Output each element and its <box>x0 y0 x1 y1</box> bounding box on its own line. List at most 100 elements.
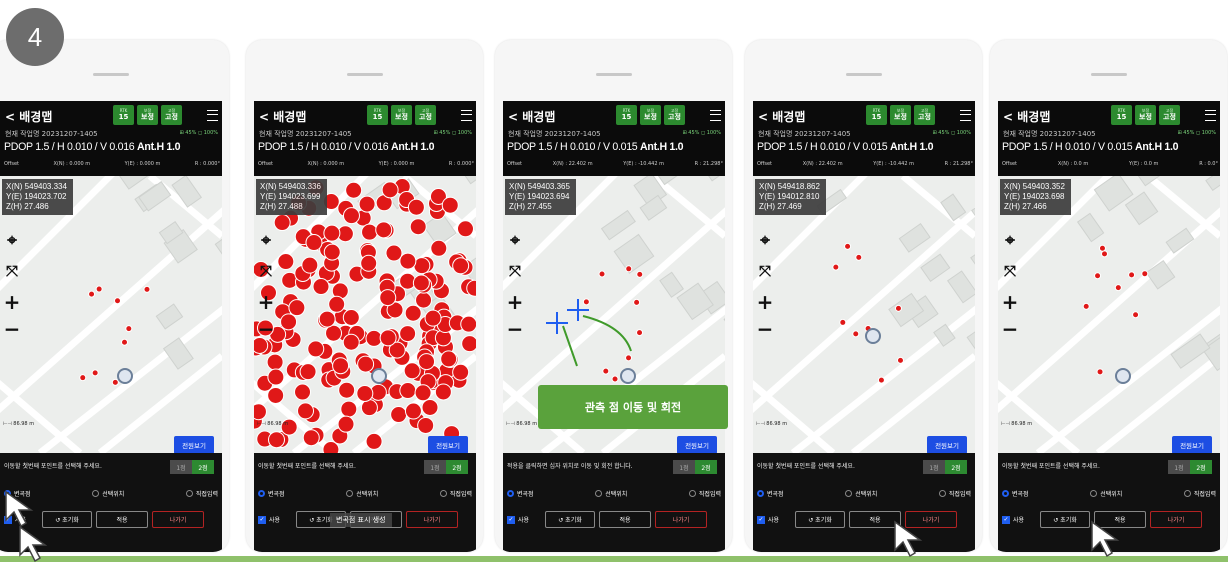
survey-point <box>365 432 383 450</box>
bottom-divider <box>0 556 1228 562</box>
expand-icon[interactable]: ⤧ <box>258 262 274 280</box>
survey-point <box>379 329 397 347</box>
one-point-option[interactable]: 1점 <box>1168 460 1190 474</box>
radio-inflection-point[interactable]: 변곡점 <box>507 489 534 498</box>
survey-point <box>125 325 133 333</box>
map-view[interactable]: X(N) 549403.336 Y(E) 194023.699 Z(H) 27.48… <box>254 176 476 453</box>
back-button[interactable]: < 배경맵 <box>259 108 306 125</box>
survey-points <box>79 285 151 386</box>
zoom-in-icon[interactable]: + <box>757 290 774 314</box>
apply-button[interactable]: 적용 <box>599 511 651 528</box>
expand-icon[interactable]: ⤧ <box>507 262 523 280</box>
radio-selected-position[interactable]: 선택위치 <box>346 489 378 498</box>
locate-icon[interactable]: ⌖ <box>1002 231 1018 251</box>
one-point-option[interactable]: 1점 <box>673 460 695 474</box>
survey-point <box>1132 311 1140 319</box>
full-view-button[interactable]: 전원보기 <box>1172 436 1212 453</box>
use-checkbox[interactable]: ✓사용 <box>1002 515 1036 524</box>
use-checkbox[interactable]: ✓사용 <box>258 515 292 524</box>
zoom-in-icon[interactable]: + <box>258 290 275 314</box>
input-mode-radios: 변곡점 선택위치 직접입력 <box>258 489 472 498</box>
radio-inflection-point[interactable]: 변곡점 <box>258 489 285 498</box>
map-canvas <box>998 176 1220 453</box>
expand-icon[interactable]: ⤧ <box>757 262 773 280</box>
zoom-in-icon[interactable]: + <box>1002 290 1019 314</box>
exit-button[interactable]: 나가기 <box>152 511 204 528</box>
one-point-option[interactable]: 1점 <box>170 460 192 474</box>
zoom-out-icon[interactable]: − <box>757 317 774 341</box>
back-button[interactable]: < 배경맵 <box>1003 108 1050 125</box>
radio-direct-input[interactable]: 직접입력 <box>688 489 721 498</box>
full-view-button[interactable]: 전원보기 <box>677 436 717 453</box>
radio-selected-position[interactable]: 선택위치 <box>1090 489 1122 498</box>
map-view[interactable]: X(N) 549403.334 Y(E) 194023.702 Z(H) 27.48… <box>0 176 222 453</box>
radio-direct-input[interactable]: 직접입력 <box>938 489 971 498</box>
radio-direct-input[interactable]: 직접입력 <box>1183 489 1216 498</box>
exit-button[interactable]: 나가기 <box>1150 511 1202 528</box>
radio-inflection-point[interactable]: 변곡점 <box>757 489 784 498</box>
status-chips: RTK 15 보정 보정 고정 고정 <box>616 105 685 125</box>
zoom-in-icon[interactable]: + <box>4 290 21 314</box>
radio-selected-position[interactable]: 선택위치 <box>845 489 877 498</box>
exit-button[interactable]: 나가기 <box>406 511 458 528</box>
two-point-option[interactable]: 2점 <box>446 460 468 474</box>
point-mode-toggle[interactable]: 1점 2점 <box>170 460 214 474</box>
status-chip: 보정 보정 <box>640 105 661 125</box>
back-button[interactable]: < 배경맵 <box>508 108 555 125</box>
reset-button[interactable]: ↺ 초기화 <box>795 511 845 528</box>
map-canvas <box>753 176 975 453</box>
zoom-out-icon[interactable]: − <box>507 317 524 341</box>
phone-frame-2: < 배경맵 RTK 15 보정 보정 고정 고정 현재 작업명 20231207-14… <box>246 40 483 552</box>
hamburger-menu-icon[interactable] <box>710 110 721 121</box>
full-view-button[interactable]: 전원보기 <box>428 436 468 453</box>
survey-point <box>143 285 151 293</box>
exit-button[interactable]: 나가기 <box>655 511 707 528</box>
radio-selected-position[interactable]: 선택위치 <box>595 489 627 498</box>
full-view-button[interactable]: 전원보기 <box>174 436 214 453</box>
radio-selected-position[interactable]: 선택위치 <box>92 489 124 498</box>
back-button[interactable]: < 배경맵 <box>5 108 52 125</box>
status-chips: RTK 15 보정 보정 고정 고정 <box>367 105 436 125</box>
zoom-in-icon[interactable]: + <box>507 290 524 314</box>
one-point-option[interactable]: 1점 <box>923 460 945 474</box>
zoom-out-icon[interactable]: − <box>1002 317 1019 341</box>
two-point-option[interactable]: 2점 <box>192 460 214 474</box>
survey-point <box>399 382 417 400</box>
map-view[interactable]: X(N) 549418.862 Y(E) 194012.810 Z(H) 27.46… <box>753 176 975 453</box>
two-point-option[interactable]: 2점 <box>695 460 717 474</box>
zoom-out-icon[interactable]: − <box>258 317 275 341</box>
reset-button[interactable]: ↺ 초기화 <box>1040 511 1090 528</box>
two-point-option[interactable]: 2점 <box>945 460 967 474</box>
use-checkbox[interactable]: ✓사용 <box>507 515 541 524</box>
back-button[interactable]: < 배경맵 <box>758 108 805 125</box>
hamburger-menu-icon[interactable] <box>207 110 218 121</box>
locate-icon[interactable]: ⌖ <box>4 231 20 251</box>
hamburger-menu-icon[interactable] <box>1205 110 1216 121</box>
locate-icon[interactable]: ⌖ <box>258 231 274 251</box>
use-checkbox[interactable]: ✓사용 <box>757 515 791 524</box>
point-mode-toggle[interactable]: 1점 2점 <box>923 460 967 474</box>
hamburger-menu-icon[interactable] <box>461 110 472 121</box>
locate-icon[interactable]: ⌖ <box>507 231 523 251</box>
zoom-out-icon[interactable]: − <box>4 317 21 341</box>
survey-point <box>430 239 448 257</box>
radio-direct-input[interactable]: 직접입력 <box>185 489 218 498</box>
apply-button[interactable]: 적용 <box>96 511 148 528</box>
locate-icon[interactable]: ⌖ <box>757 231 773 251</box>
expand-icon[interactable]: ⤧ <box>1002 262 1018 280</box>
hamburger-menu-icon[interactable] <box>960 110 971 121</box>
map-view[interactable]: X(N) 549403.352 Y(E) 194023.698 Z(H) 27.46… <box>998 176 1220 453</box>
point-mode-toggle[interactable]: 1점 2점 <box>424 460 468 474</box>
radio-direct-input[interactable]: 직접입력 <box>439 489 472 498</box>
point-mode-toggle[interactable]: 1점 2점 <box>673 460 717 474</box>
survey-point <box>277 253 295 271</box>
expand-icon[interactable]: ⤧ <box>4 262 20 280</box>
radio-inflection-point[interactable]: 변곡점 <box>1002 489 1029 498</box>
point-mode-toggle[interactable]: 1점 2점 <box>1168 460 1212 474</box>
one-point-option[interactable]: 1점 <box>424 460 446 474</box>
map-scale: ⊢⊣ 86.98 m <box>756 421 788 427</box>
survey-point <box>636 329 644 337</box>
full-view-button[interactable]: 전원보기 <box>927 436 967 453</box>
two-point-option[interactable]: 2점 <box>1190 460 1212 474</box>
reset-button[interactable]: ↺ 초기화 <box>545 511 595 528</box>
